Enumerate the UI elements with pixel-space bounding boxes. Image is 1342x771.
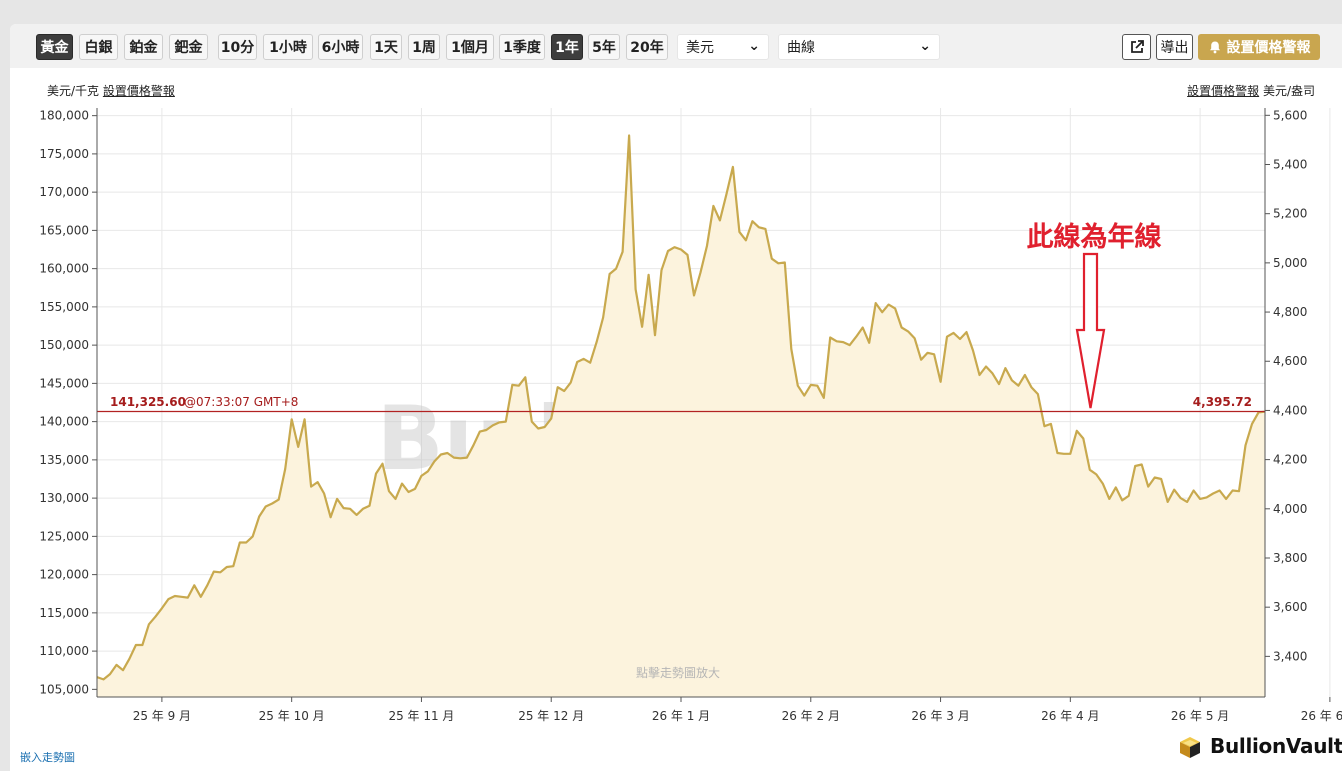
y-left-tick-label: 115,000 <box>39 606 89 620</box>
y-left-tick-label: 120,000 <box>39 568 89 582</box>
x-tick-label: 25 年 10 月 <box>259 709 325 723</box>
y-right-tick-label: 5,600 <box>1273 108 1307 122</box>
x-tick-label: 26 年 5 月 <box>1171 709 1229 723</box>
y-right-tick-label: 3,800 <box>1273 551 1307 565</box>
current-price-time: @07:33:07 GMT+8 <box>184 395 298 409</box>
x-tick-label: 26 年 6 月 <box>1301 709 1342 723</box>
y-left-tick-label: 140,000 <box>39 415 89 429</box>
x-tick-label: 26 年 3 月 <box>911 709 969 723</box>
y-left-tick-label: 160,000 <box>39 262 89 276</box>
y-left-tick-label: 125,000 <box>39 529 89 543</box>
y-left-tick-label: 165,000 <box>39 223 89 237</box>
y-left-tick-label: 155,000 <box>39 300 89 314</box>
x-tick-label: 25 年 11 月 <box>388 709 454 723</box>
bullionvault-logo[interactable]: BullionVault <box>1176 730 1342 762</box>
logo-text: BullionVault <box>1210 734 1342 758</box>
y-left-tick-label: 110,000 <box>39 644 89 658</box>
y-left-tick-label: 135,000 <box>39 453 89 467</box>
x-tick-label: 25 年 9 月 <box>133 709 191 723</box>
y-right-tick-label: 5,400 <box>1273 157 1307 171</box>
y-right-tick-label: 4,800 <box>1273 305 1307 319</box>
y-right-tick-label: 3,600 <box>1273 600 1307 614</box>
y-right-tick-label: 4,600 <box>1273 354 1307 368</box>
embed-chart-link[interactable]: 嵌入走勢圖 <box>20 749 75 765</box>
y-left-tick-label: 150,000 <box>39 338 89 352</box>
x-tick-label: 26 年 1 月 <box>652 709 710 723</box>
y-right-tick-label: 5,000 <box>1273 256 1307 270</box>
current-price-right-value: 4,395.72 <box>1193 395 1252 409</box>
x-tick-label: 26 年 4 月 <box>1041 709 1099 723</box>
y-right-tick-label: 4,400 <box>1273 403 1307 417</box>
y-right-tick-label: 3,400 <box>1273 649 1307 663</box>
y-left-tick-label: 170,000 <box>39 185 89 199</box>
annotation-text: 此線為年線 <box>1027 221 1162 253</box>
price-chart[interactable]: BullionVault 141,325.60 @07:33:07 GMT+8 … <box>0 0 1342 771</box>
bullionvault-logo-icon <box>1180 737 1200 758</box>
current-price-left-value: 141,325.60 <box>110 395 186 409</box>
click-to-zoom-hint: 點擊走勢圖放大 <box>636 665 720 680</box>
y-left-tick-label: 130,000 <box>39 491 89 505</box>
y-left-tick-label: 180,000 <box>39 109 89 123</box>
y-right-tick-label: 4,200 <box>1273 453 1307 467</box>
y-right-tick-label: 4,000 <box>1273 502 1307 516</box>
y-right-tick-label: 5,200 <box>1273 207 1307 221</box>
x-tick-label: 25 年 12 月 <box>518 709 584 723</box>
y-left-tick-label: 105,000 <box>39 682 89 696</box>
y-left-tick-label: 175,000 <box>39 147 89 161</box>
x-tick-label: 26 年 2 月 <box>782 709 840 723</box>
annotation-arrow-icon <box>1075 252 1106 409</box>
y-left-tick-label: 145,000 <box>39 376 89 390</box>
